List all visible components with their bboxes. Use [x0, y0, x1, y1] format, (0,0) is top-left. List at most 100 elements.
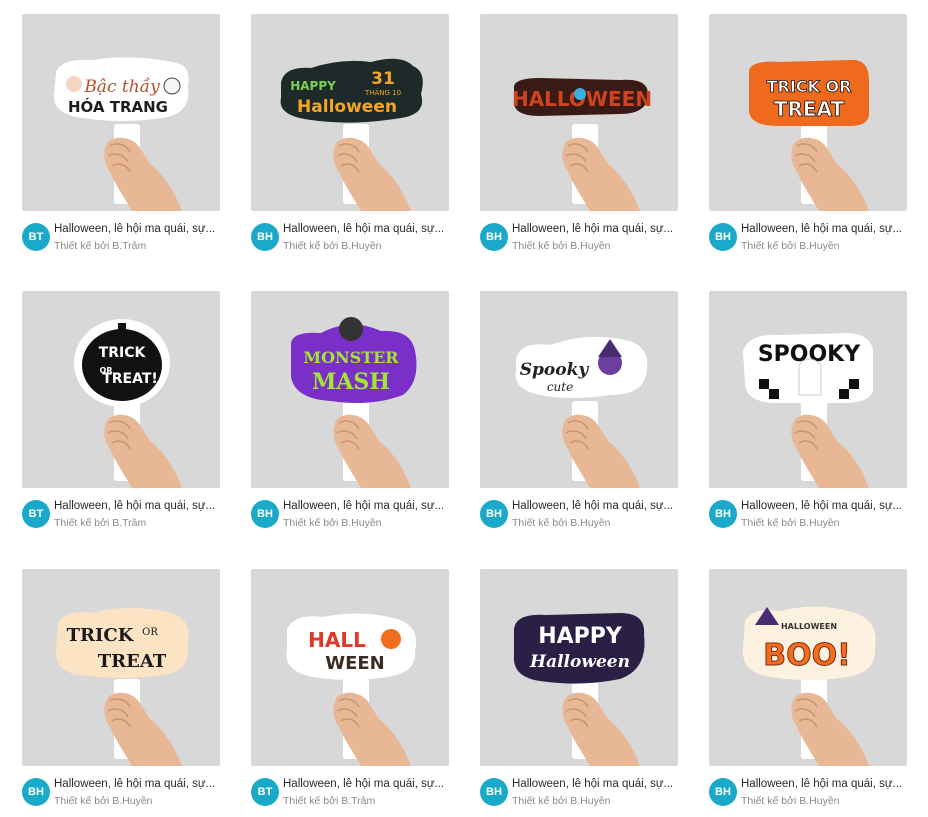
template-title[interactable]: Halloween, lễ hội ma quái, sự... [512, 500, 678, 512]
template-title[interactable]: Halloween, lễ hội ma quái, sự... [512, 223, 678, 235]
sign-text: TRICK OR [767, 77, 852, 96]
template-author: Thiết kế bởi B.Huyền [512, 240, 611, 252]
template-meta: BH Halloween, lễ hội ma quái, sự... Thiết … [22, 778, 220, 814]
template-preview-image: MONSTER MASH [291, 317, 417, 488]
template-card[interactable]: TRICK OR TREAT! BT Halloween, lễ hội ma qu… [22, 291, 220, 536]
template-preview-image: Spooky cute [515, 336, 648, 488]
template-title[interactable]: Halloween, lễ hội ma quái, sự... [741, 500, 907, 512]
template-title[interactable]: Halloween, lễ hội ma quái, sự... [283, 500, 449, 512]
author-avatar[interactable]: BT [251, 778, 279, 806]
template-thumbnail[interactable]: SPOOKY [709, 291, 907, 488]
template-preview-image: HALL WEEN [286, 613, 417, 766]
template-thumbnail[interactable]: TRICK OR TREAT [709, 14, 907, 211]
sign-text: MONSTER [303, 348, 399, 367]
author-avatar[interactable]: BH [251, 500, 279, 528]
template-card[interactable]: MONSTER MASH BH Halloween, lễ hội ma quái,… [251, 291, 449, 536]
template-author: Thiết kế bởi B.Huyền [283, 240, 382, 252]
template-thumbnail[interactable]: MONSTER MASH [251, 291, 449, 488]
template-thumbnail[interactable]: HALL WEEN [251, 569, 449, 766]
sign-text: BOO! [763, 638, 851, 673]
sign-text: 31 [371, 69, 395, 89]
template-author: Thiết kế bởi B.Huyền [741, 240, 840, 252]
template-author: Thiết kế bởi B.Huyền [54, 795, 153, 807]
sign-text: HALL [308, 628, 366, 652]
template-title[interactable]: Halloween, lễ hội ma quái, sự... [283, 223, 449, 235]
template-card[interactable]: HALL WEEN BT Halloween, lễ hội ma quái, sự… [251, 569, 449, 814]
template-preview-image: HALLOWEEN BOO! [742, 606, 876, 766]
template-meta: BH Halloween, lễ hội ma quái, sự... Thiết … [480, 778, 678, 814]
sign-text: cute [547, 380, 573, 394]
author-avatar[interactable]: BH [251, 223, 279, 251]
template-grid: Bậc thầy HÓA TRANG BT Halloween, lễ hội m… [0, 0, 928, 817]
template-meta: BT Halloween, lễ hội ma quái, sự... Thiết … [22, 500, 220, 536]
author-avatar[interactable]: BT [22, 500, 50, 528]
template-thumbnail[interactable]: HALLOWEEN BOO! [709, 569, 907, 766]
template-author: Thiết kế bởi B.Huyền [741, 517, 840, 529]
sign-text: THÁNG 10 [364, 88, 401, 97]
sign-text: HAPPY [538, 624, 623, 649]
template-card[interactable]: HALLOWEEN BH Halloween, lễ hội ma quái, s… [480, 14, 678, 259]
template-thumbnail[interactable]: HALLOWEEN [480, 14, 678, 211]
template-preview-image: HALLOWEEN [512, 78, 652, 211]
template-thumbnail[interactable]: Spooky cute [480, 291, 678, 488]
template-thumbnail[interactable]: TRICK OR TREAT! [22, 291, 220, 488]
sign-text: MASH [312, 369, 390, 395]
template-title[interactable]: Halloween, lễ hội ma quái, sự... [512, 778, 678, 790]
template-author: Thiết kế bởi B.Trâm [283, 795, 376, 807]
template-card[interactable]: Spooky cute BH Halloween, lễ hội ma quái,… [480, 291, 678, 536]
template-preview-image: HAPPY Halloween [513, 613, 645, 766]
template-card[interactable]: SPOOKY BH Halloween, lễ hội ma quái, sự..… [709, 291, 907, 536]
template-author: Thiết kế bởi B.Huyền [512, 517, 611, 529]
template-meta: BH Halloween, lễ hội ma quái, sự... Thiết … [480, 223, 678, 259]
sign-text: Spooky [520, 360, 590, 380]
sign-text: TREAT [774, 97, 845, 121]
template-title[interactable]: Halloween, lễ hội ma quái, sự... [54, 778, 220, 790]
template-meta: BT Halloween, lễ hội ma quái, sự... Thiết … [251, 778, 449, 814]
template-card[interactable]: HAPPY 31 THÁNG 10 Halloween BH Halloween, … [251, 14, 449, 259]
sign-text: OR [142, 627, 158, 638]
template-card[interactable]: HAPPY Halloween BH Halloween, lễ hội ma qu… [480, 569, 678, 814]
author-avatar[interactable]: BH [22, 778, 50, 806]
template-card[interactable]: HALLOWEEN BOO! BH Halloween, lễ hội ma qu… [709, 569, 907, 814]
template-card[interactable]: Bậc thầy HÓA TRANG BT Halloween, lễ hội m… [22, 14, 220, 259]
template-author: Thiết kế bởi B.Huyền [512, 795, 611, 807]
sign-text: Halloween [529, 652, 630, 672]
template-title[interactable]: Halloween, lễ hội ma quái, sự... [741, 778, 907, 790]
template-title[interactable]: Halloween, lễ hội ma quái, sự... [54, 500, 220, 512]
template-card[interactable]: TRICK OR TREAT BH Halloween, lễ hội ma quá… [22, 569, 220, 814]
author-avatar[interactable]: BT [22, 223, 50, 251]
template-preview-image: TRICK OR TREAT [749, 59, 869, 211]
author-avatar[interactable]: BH [480, 778, 508, 806]
template-author: Thiết kế bởi B.Huyền [283, 517, 382, 529]
template-meta: BH Halloween, lễ hội ma quái, sự... Thiết … [709, 500, 907, 536]
template-preview-image: HAPPY 31 THÁNG 10 Halloween [280, 58, 423, 211]
template-meta: BH Halloween, lễ hội ma quái, sự... Thiết … [251, 500, 449, 536]
author-avatar[interactable]: BH [480, 223, 508, 251]
sign-text: HALLOWEEN [781, 622, 837, 631]
template-meta: BH Halloween, lễ hội ma quái, sự... Thiết … [709, 223, 907, 259]
template-thumbnail[interactable]: TRICK OR TREAT [22, 569, 220, 766]
template-title[interactable]: Halloween, lễ hội ma quái, sự... [741, 223, 907, 235]
template-thumbnail[interactable]: HAPPY Halloween [480, 569, 678, 766]
sign-text: TREAT! [102, 371, 158, 387]
author-avatar[interactable]: BH [480, 500, 508, 528]
template-meta: BH Halloween, lễ hội ma quái, sự... Thiết … [709, 778, 907, 814]
author-avatar[interactable]: BH [709, 778, 737, 806]
template-title[interactable]: Halloween, lễ hội ma quái, sự... [283, 778, 449, 790]
template-preview-image: TRICK OR TREAT! [74, 319, 182, 488]
template-thumbnail[interactable]: Bậc thầy HÓA TRANG [22, 14, 220, 211]
sign-text: Halloween [297, 97, 397, 117]
sign-text: TRICK [99, 345, 147, 361]
template-thumbnail[interactable]: HAPPY 31 THÁNG 10 Halloween [251, 14, 449, 211]
sign-text: TREAT [98, 651, 167, 672]
template-title[interactable]: Halloween, lễ hội ma quái, sự... [54, 223, 220, 235]
template-author: Thiết kế bởi B.Huyền [741, 795, 840, 807]
author-avatar[interactable]: BH [709, 500, 737, 528]
template-preview-image: Bậc thầy HÓA TRANG [53, 57, 189, 211]
template-preview-image: TRICK OR TREAT [55, 608, 189, 766]
template-meta: BH Halloween, lễ hội ma quái, sự... Thiết … [251, 223, 449, 259]
author-avatar[interactable]: BH [709, 223, 737, 251]
sign-text: HÓA TRANG [68, 97, 168, 116]
template-preview-image: SPOOKY [743, 333, 874, 488]
template-card[interactable]: TRICK OR TREAT BH Halloween, lễ hội ma quá… [709, 14, 907, 259]
